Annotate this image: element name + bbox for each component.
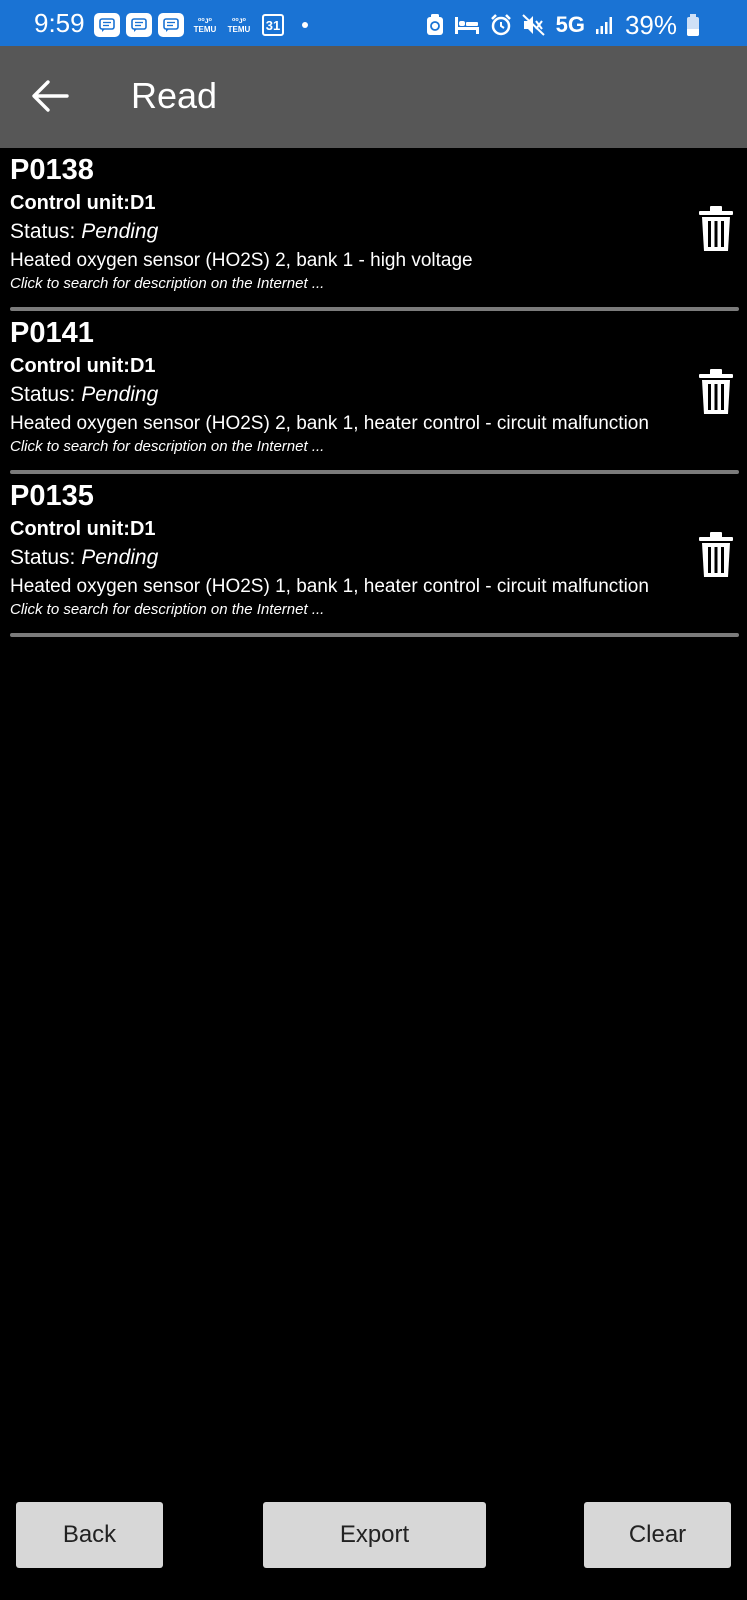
system-icons: 5G 39% (426, 12, 699, 38)
bed-icon (454, 17, 479, 34)
control-unit: Control unit:D1 (10, 192, 156, 214)
message-icon (94, 13, 120, 37)
status-bar: 9:59 ᵒᵒᴊᵒ TEMU ᵒᵒᴊᵒ TEMU 31 5G 39% (0, 0, 747, 46)
search-internet-link[interactable]: Click to search for description on the I… (10, 437, 747, 457)
control-unit: Control unit:D1 (10, 518, 156, 540)
code-status: Status: Pending (10, 546, 159, 569)
message-icon (126, 13, 152, 37)
trash-icon[interactable] (699, 532, 733, 578)
back-button[interactable]: Back (16, 1502, 163, 1568)
trouble-code: P0135 (10, 480, 94, 512)
mute-icon (521, 14, 545, 36)
export-button[interactable]: Export (263, 1502, 486, 1568)
page-title: Read (131, 75, 218, 116)
search-internet-link[interactable]: Click to search for description on the I… (10, 274, 747, 294)
more-notifications-dot (302, 22, 308, 28)
code-status: Status: Pending (10, 383, 159, 406)
trash-icon[interactable] (699, 206, 733, 252)
status-time: 9:59 (34, 8, 85, 38)
code-description: Heated oxygen sensor (HO2S) 2, bank 1 - … (10, 250, 473, 271)
recycle-clipboard-icon (426, 14, 443, 35)
trouble-code-item[interactable]: P0141 Control unit:D1 Status: Pending He… (0, 311, 747, 474)
notification-icons: ᵒᵒᴊᵒ TEMU ᵒᵒᴊᵒ TEMU 31 (94, 13, 308, 37)
control-unit: Control unit:D1 (10, 355, 156, 377)
battery-icon (687, 14, 699, 36)
trouble-code-item[interactable]: P0135 Control unit:D1 Status: Pending He… (0, 474, 747, 637)
message-icon (158, 13, 184, 37)
battery-percent: 39% (624, 10, 677, 40)
temu-icon: ᵒᵒᴊᵒ TEMU (193, 16, 217, 34)
app-bar: Read (0, 46, 747, 148)
code-description: Heated oxygen sensor (HO2S) 1, bank 1, h… (10, 576, 649, 597)
divider (10, 633, 739, 637)
signal-icon (595, 17, 612, 34)
alarm-icon (490, 14, 511, 36)
code-description: Heated oxygen sensor (HO2S) 2, bank 1, h… (10, 413, 649, 434)
trouble-code: P0138 (10, 154, 94, 186)
trouble-code: P0141 (10, 317, 94, 349)
back-arrow-icon[interactable] (30, 78, 70, 114)
trash-icon[interactable] (699, 369, 733, 415)
clear-button[interactable]: Clear (584, 1502, 731, 1568)
network-type: 5G (555, 12, 585, 37)
temu-icon: ᵒᵒᴊᵒ TEMU (227, 16, 251, 34)
search-internet-link[interactable]: Click to search for description on the I… (10, 600, 747, 620)
trouble-code-list: P0138 Control unit:D1 Status: Pending He… (0, 148, 747, 637)
trouble-code-item[interactable]: P0138 Control unit:D1 Status: Pending He… (0, 148, 747, 311)
calendar-icon: 31 (262, 14, 284, 36)
code-status: Status: Pending (10, 220, 159, 243)
